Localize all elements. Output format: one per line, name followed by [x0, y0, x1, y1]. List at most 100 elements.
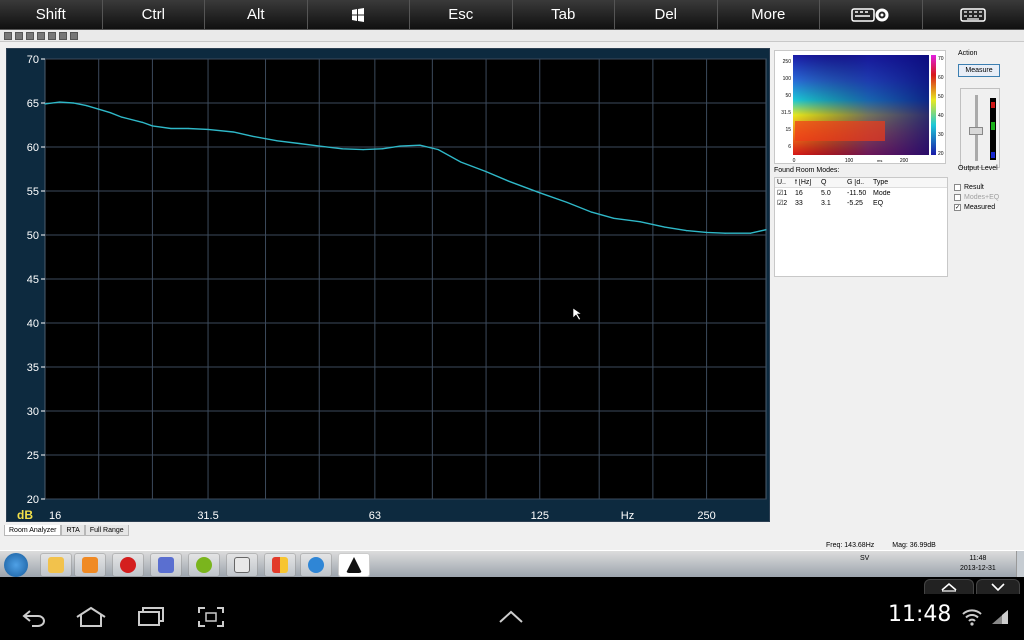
language-indicator[interactable]: SV — [860, 555, 869, 562]
media-player-icon — [82, 557, 98, 573]
response-point — [724, 232, 726, 234]
xtz-app-button[interactable] — [338, 553, 370, 577]
response-point — [539, 192, 541, 194]
response-point — [187, 127, 189, 130]
ctrl-key[interactable]: Ctrl — [103, 0, 205, 29]
response-point — [151, 125, 154, 127]
opera-button[interactable] — [112, 553, 144, 577]
start-button[interactable] — [4, 553, 28, 577]
y-tick-label: 70 — [27, 54, 39, 66]
row-index: 2 — [783, 200, 788, 207]
spotify-button[interactable] — [188, 553, 220, 577]
opera-icon — [120, 557, 136, 573]
status-bar: Freq: 143.68Hz Mag: 36.99dB — [826, 542, 936, 549]
waterfall-scale-tick: 50 — [938, 94, 944, 100]
esc-key[interactable]: Esc — [410, 0, 513, 29]
response-point — [705, 231, 708, 233]
open-icon[interactable] — [15, 31, 23, 40]
use-cell[interactable]: ☑2 — [775, 199, 793, 207]
modes-eq-label: Modes+EQ — [964, 193, 1000, 201]
response-point — [399, 145, 401, 147]
windows-key[interactable] — [308, 0, 410, 29]
response-point — [381, 148, 383, 150]
table-row[interactable]: ☑2 33 3.1 -5.25 EQ — [775, 198, 947, 208]
measured-checkbox[interactable]: ✓ — [954, 203, 961, 211]
waterfall-y-tick: 15 — [785, 127, 791, 133]
x-tick-label: 250 — [697, 510, 715, 522]
taskbar-clock[interactable]: 11:48 2013-12-31 — [960, 554, 996, 574]
waterfall-panel[interactable]: 250 100 50 31.5 15 6 0 100 200 ms 70 60 50 40 30 20 — [774, 50, 946, 164]
new-icon[interactable] — [4, 31, 12, 40]
dsp-icon — [158, 557, 174, 573]
tab-key[interactable]: Tab — [513, 0, 615, 29]
output-level-slider[interactable] — [969, 126, 983, 135]
tab-full-range[interactable]: Full Range — [84, 525, 129, 536]
media-player-button[interactable] — [74, 553, 106, 577]
y-tick-label: 45 — [27, 274, 39, 286]
recent-apps-button[interactable] — [126, 602, 176, 632]
y-tick-label: 25 — [27, 450, 39, 462]
col-type[interactable]: Type — [871, 179, 931, 186]
frequency-response-graph[interactable]: 70 65 60 55 50 45 40 35 30 25 20 16 31.5 63 125 250 dB Hz — [6, 48, 770, 522]
browser-icon — [308, 557, 324, 573]
print-icon[interactable] — [37, 31, 45, 40]
calculator-button[interactable] — [226, 553, 258, 577]
option-result[interactable]: Result — [954, 182, 999, 192]
keyboard-up-button[interactable] — [924, 579, 974, 594]
response-point — [109, 112, 112, 114]
keyboard-settings-key[interactable] — [820, 0, 923, 29]
col-freq[interactable]: f [Hz] — [793, 179, 819, 186]
x-tick-label: 125 — [531, 510, 549, 522]
keyboard-key[interactable] — [923, 0, 1024, 29]
room-modes-panel: Found Room Modes: U.. f [Hz] Q G [d.. Ty… — [774, 167, 948, 279]
signal-status[interactable] — [980, 602, 1020, 632]
option-measured[interactable]: ✓ Measured — [954, 202, 999, 212]
taskbar-time: 11:48 — [969, 555, 987, 562]
response-point — [232, 131, 234, 133]
result-checkbox[interactable] — [954, 183, 961, 191]
expand-bar-button[interactable] — [486, 602, 536, 632]
home-button[interactable] — [66, 602, 116, 632]
back-button[interactable] — [10, 602, 60, 632]
frequency-response-chart[interactable]: 70 65 60 55 50 45 40 35 30 25 20 16 31.5 63 125 250 dB Hz — [7, 49, 771, 523]
response-point — [749, 232, 752, 234]
show-desktop-button[interactable] — [1016, 551, 1024, 577]
android-clock[interactable]: 11:48 — [888, 602, 951, 627]
waterfall-y-tick: 31.5 — [781, 110, 791, 116]
del-key[interactable]: Del — [615, 0, 718, 29]
col-gain[interactable]: G [d.. — [845, 179, 871, 186]
alt-key[interactable]: Alt — [205, 0, 308, 29]
waterfall-x-tick: 200 — [900, 158, 909, 164]
waterfall-x-tick: 100 — [845, 158, 854, 164]
browser-button[interactable] — [300, 553, 332, 577]
response-point — [685, 230, 688, 232]
col-q[interactable]: Q — [819, 179, 845, 186]
save-icon[interactable] — [26, 31, 34, 40]
use-cell[interactable]: ☑1 — [775, 189, 793, 197]
explorer-button[interactable] — [40, 553, 72, 577]
type-cell: EQ — [873, 199, 884, 207]
dsp-button[interactable] — [150, 553, 182, 577]
table-row[interactable]: ☑1 16 5.0 -11.50 Mode — [775, 188, 947, 198]
recent-apps-icon — [138, 607, 164, 626]
waterfall-chart[interactable]: 2501005031.51560 100 200ms706050403020 — [775, 51, 947, 165]
shift-key[interactable]: Shift — [0, 0, 103, 29]
ctrl-key-label: Ctrl — [141, 6, 165, 23]
response-point — [121, 116, 123, 118]
response-point — [318, 145, 320, 147]
range-icon[interactable] — [70, 31, 78, 40]
keyboard-down-button[interactable] — [976, 579, 1020, 594]
signal-icon — [992, 610, 1008, 624]
col-use[interactable]: U.. — [775, 179, 793, 186]
waterfall-y-tick: 6 — [788, 144, 791, 150]
rta-icon[interactable] — [59, 31, 67, 40]
response-point — [485, 171, 487, 173]
more-key[interactable]: More — [718, 0, 820, 29]
screenshot-button[interactable] — [186, 602, 236, 632]
tab-rta[interactable]: RTA — [61, 525, 85, 536]
file-manager-button[interactable] — [264, 553, 296, 577]
measure-button[interactable]: Measure — [958, 64, 1000, 77]
measure-icon[interactable] — [48, 31, 56, 40]
tab-room-analyzer[interactable]: Room Analyzer — [4, 525, 62, 536]
spotify-icon — [196, 557, 212, 573]
